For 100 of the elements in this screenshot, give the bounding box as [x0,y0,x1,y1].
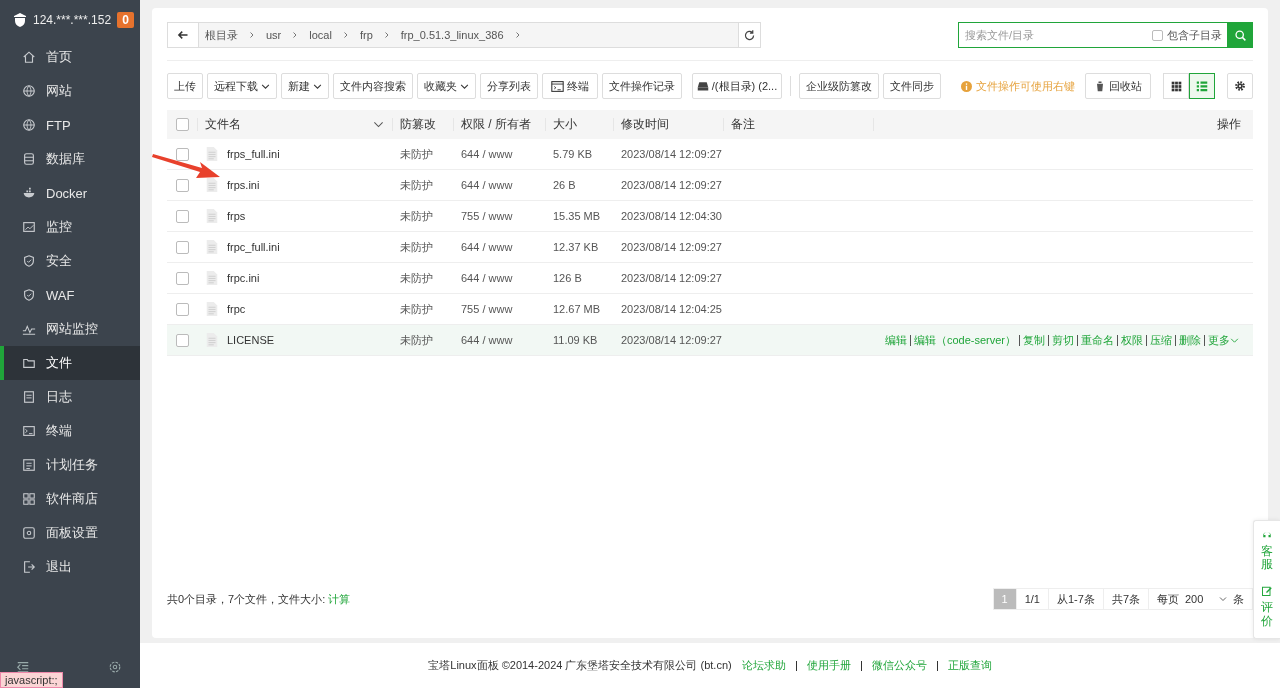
toolbar-button[interactable]: /(根目录) (2... [692,73,782,99]
toolbar-button[interactable]: 文件同步 [883,73,941,99]
sidebar-item[interactable]: 监控 [0,210,140,244]
table-cell: 未防护 [400,208,433,224]
home-icon [22,50,36,64]
table-cell: 644 / www [461,241,513,253]
sidebar-item[interactable]: 首页 [0,40,140,74]
shield-icon [22,254,36,268]
grid-icon [22,492,36,506]
recycle-bin-button[interactable]: 回收站 [1085,73,1151,99]
sidebar-item[interactable]: WAF [0,278,140,312]
toolbar-button[interactable]: 上传 [167,73,203,99]
column-header[interactable]: 操作 [1217,116,1241,133]
info-icon [961,80,972,92]
sidebar-item[interactable]: 安全 [0,244,140,278]
column-header[interactable]: 文件名 [205,116,241,133]
column-header[interactable]: 备注 [731,116,755,133]
column-header[interactable]: 大小 [553,116,577,133]
row-checkbox[interactable] [175,302,189,316]
file-name[interactable]: frps [227,210,246,222]
file-name[interactable]: frpc_full.ini [227,241,280,253]
refresh-button[interactable] [738,23,760,47]
sidebar-item[interactable]: 退出 [0,550,140,584]
table-cell: 755 / www [461,210,513,222]
sidebar-item[interactable]: 计划任务 [0,448,140,482]
file-name[interactable]: frpc [227,303,246,315]
settings-icon[interactable] [108,660,122,674]
breadcrumb-link[interactable]: local [309,29,332,41]
back-button[interactable] [168,23,199,47]
toolbar-button[interactable]: 分享列表 [480,73,538,99]
row-checkbox[interactable] [175,240,189,254]
table-row[interactable]: frps 未防护 755 / www 15.35 MB 2023/08/14 12:04:30 [167,201,1253,232]
table-cell: 12.37 KB [553,241,599,253]
page-size-select[interactable]: 200 [1185,593,1227,606]
search-icon [1233,28,1247,42]
list-icon [22,458,36,472]
toolbar-button[interactable]: 远程下载 [207,73,277,99]
breadcrumb-link[interactable]: frp [359,29,373,41]
file-name[interactable]: frps.ini [227,179,260,191]
sidebar-item[interactable]: 软件商店 [0,482,140,516]
row-checkbox[interactable] [175,209,189,223]
select-all-checkbox[interactable] [175,118,189,131]
toolbar-button[interactable]: 文件操作记录 [602,73,682,99]
file-name[interactable]: LICENSE [227,334,275,346]
column-header[interactable]: 防篡改 [400,116,436,133]
sidebar-item[interactable]: 网站监控 [0,312,140,346]
subdirectory-checkbox[interactable]: 包含子目录 [1147,22,1227,48]
toolbar-button[interactable]: 收藏夹 [417,73,476,99]
chevron-right-icon [513,30,522,40]
toolbar-button[interactable]: 文件内容搜索 [333,73,413,99]
table-cell: 644 / www [461,334,513,346]
file-icon [205,177,219,193]
chevron-right-icon [248,30,256,40]
caret-down-icon [1230,335,1239,345]
table-row[interactable]: frpc_full.ini 未防护 644 / www 12.37 KB 2023/08/14 12:09:27 [167,232,1253,263]
sidebar-item[interactable]: 终端 [0,414,140,448]
file-icon [205,208,219,224]
per-page-label: 每页 [1157,591,1179,607]
row-checkbox[interactable] [175,271,189,285]
shield-icon [22,288,36,302]
sidebar-item[interactable]: 面板设置 [0,516,140,550]
server-address: 124.***.***.152 [33,13,113,27]
search-button[interactable] [1227,22,1253,48]
sidebar-item[interactable]: 文件 [0,346,140,380]
trash-icon [1094,80,1106,92]
sidebar-item[interactable]: Docker [0,176,140,210]
file-icon [205,301,219,317]
table-cell: 126 B [553,272,582,284]
settings-button[interactable] [1227,73,1253,99]
toolbar-button[interactable]: 新建 [281,73,329,99]
chevron-right-icon [382,30,391,40]
breadcrumb-link[interactable]: 根目录 [205,27,238,43]
row-checkbox[interactable] [175,147,189,161]
table-cell: 2023/08/14 12:04:30 [621,210,722,222]
toolbar-button[interactable]: 企业级防篡改 [799,73,879,99]
file-name[interactable]: frpc.ini [227,272,260,284]
row-checkbox[interactable] [175,178,189,192]
row-checkbox[interactable] [175,333,189,347]
breadcrumb-link[interactable]: usr [266,29,282,41]
table-cell: 未防护 [400,332,433,348]
breadcrumb-link[interactable]: frp_0.51.3_linux_386 [400,29,504,41]
caret-down-icon[interactable] [373,119,384,130]
view-toggle[interactable] [1189,73,1215,99]
toolbar-button[interactable]: 终端 [542,73,598,99]
table-row[interactable]: frpc.ini 未防护 644 / www 126 B 2023/08/14 12:09:27 [167,263,1253,294]
column-header[interactable]: 修改时间 [621,116,669,133]
table-cell: 未防护 [400,301,433,317]
table-row[interactable]: frps.ini 未防护 644 / www 26 B 2023/08/14 12:09:27 [167,170,1253,201]
folder-icon [22,356,36,370]
table-row[interactable]: LICENSE 未防护 644 / www 11.09 KB 2023/08/14 12:09:27 编辑 编辑（code-server） 复制 剪切 重命名 权限 压缩 删除 更多 [167,325,1253,356]
arrow-left-icon [177,29,189,41]
log-icon [22,390,36,404]
sidebar-item[interactable]: 数据库 [0,142,140,176]
column-header[interactable]: 权限 / 所有者 [461,116,531,133]
sidebar-item[interactable]: 日志 [0,380,140,414]
collapse-menu-icon[interactable] [16,660,30,674]
file-name[interactable]: frps_full.ini [227,148,280,160]
search-field[interactable]: 搜索文件/目录 [958,22,1147,48]
sidebar-item[interactable]: FTP [0,108,140,142]
sidebar-item[interactable]: 网站 [0,74,140,108]
